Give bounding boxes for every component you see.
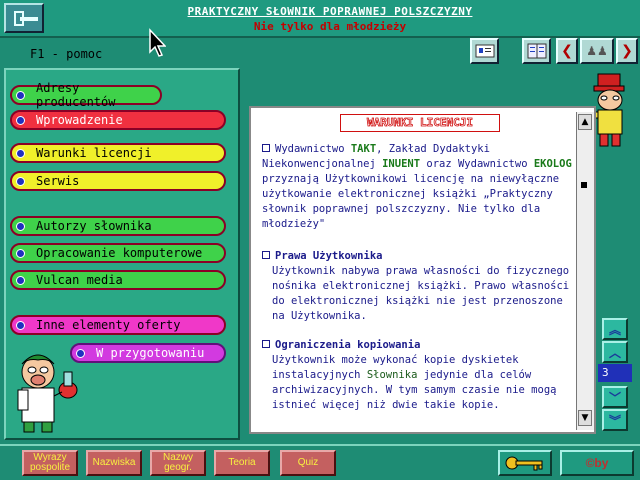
scroll-down-button[interactable]: ▼ xyxy=(578,410,592,426)
app-title: PRAKTYCZNY SŁOWNIK POPRAWNEJ POLSZCZYZNY xyxy=(187,5,473,18)
bullet-icon xyxy=(16,222,25,231)
bullet-icon xyxy=(16,177,25,186)
chevron-up-icon: ︿ xyxy=(608,345,621,360)
bullet-icon xyxy=(16,249,25,258)
bullet-icon xyxy=(16,149,25,158)
checkbox-bullet-icon xyxy=(262,340,270,348)
menu-item-wprowadzenie[interactable]: Wprowadzenie xyxy=(10,110,226,130)
btn-quiz[interactable]: Quiz xyxy=(280,450,336,476)
page-first-button[interactable]: ︽ xyxy=(602,318,628,340)
scroll-thumb[interactable] xyxy=(581,182,587,188)
screen-icon xyxy=(475,44,494,58)
bullet-icon xyxy=(16,91,25,100)
menu-item-autorzy[interactable]: Autorzy słownika xyxy=(10,216,226,236)
previous-button[interactable]: ❮ xyxy=(556,38,578,64)
btn-wyrazy-pospolite[interactable]: Wyrazy pospolite xyxy=(22,450,78,476)
arrow-right-icon: ❯ xyxy=(621,43,633,59)
btn-teoria[interactable]: Teoria xyxy=(214,450,270,476)
section-prawa-heading: Prawa Użytkownika xyxy=(262,249,576,264)
menu-item-inne[interactable]: Inne elementy oferty xyxy=(10,315,226,335)
chevron-down-icon: ﹀ xyxy=(608,390,621,405)
mascot-illustration xyxy=(17,354,78,433)
page-down-button[interactable]: ﹀ xyxy=(602,386,628,408)
figures-button[interactable]: ♟♟ xyxy=(580,38,614,64)
menu-item-vulcan[interactable]: Vulcan media xyxy=(10,270,226,290)
btn-nazwy-geogr[interactable]: Nazwy geogr. xyxy=(150,450,206,476)
mouse-cursor-icon xyxy=(149,28,166,57)
arrow-down-icon: ▼ xyxy=(581,413,589,423)
scroll-up-button[interactable]: ▲ xyxy=(578,114,592,130)
copyright-button[interactable]: ©by xyxy=(560,450,634,476)
section-prawa-text: Użytkownik nabywa prawa własności do fiz… xyxy=(272,265,570,322)
page-last-button[interactable]: ︾ xyxy=(602,409,628,431)
checkbox-bullet-icon xyxy=(262,251,270,259)
help-hint: F1 - pomoc xyxy=(30,47,103,61)
book-icon xyxy=(527,43,546,59)
checkbox-bullet-icon xyxy=(262,144,270,152)
key-icon xyxy=(505,456,543,471)
bullet-icon xyxy=(16,116,25,125)
key-button[interactable] xyxy=(498,450,552,476)
arrow-up-icon: ▲ xyxy=(581,117,589,127)
menu-item-przygotowanie[interactable]: W przygotowaniu xyxy=(70,343,226,363)
arrow-left-icon: ❮ xyxy=(561,43,573,59)
scrollbar[interactable] xyxy=(576,112,594,430)
menu-item-serwis[interactable]: Serwis xyxy=(10,171,226,191)
app-subtitle: Nie tylko dla młodzieży xyxy=(253,20,407,33)
double-chevron-down-icon: ︾ xyxy=(608,413,621,428)
section-ograniczenia-text: Użytkownik może wykonać kopie dyskietek … xyxy=(272,354,557,411)
menu-item-warunki[interactable]: Warunki licencji xyxy=(10,143,226,163)
btn-nazwiska[interactable]: Nazwiska xyxy=(86,450,142,476)
page-up-button[interactable]: ︿ xyxy=(602,341,628,363)
next-button[interactable]: ❯ xyxy=(616,38,638,64)
screen-icon-button[interactable] xyxy=(470,38,499,64)
menu-item-adresy[interactable]: Adresy producentów xyxy=(10,81,162,109)
page-number: 3 xyxy=(598,364,632,382)
bullet-icon xyxy=(16,321,25,330)
content-heading: WARUNKI LICENCJI xyxy=(340,114,500,132)
license-paragraph-1: Wydawnictwo TAKT, Zakład Dydaktyki Nieko… xyxy=(262,143,572,230)
figures-icon: ♟♟ xyxy=(586,44,608,58)
section-ograniczenia-heading: Ograniczenia kopiowania xyxy=(262,338,576,353)
book-icon-button[interactable] xyxy=(522,38,551,64)
menu-item-opracowanie[interactable]: Opracowanie komputerowe xyxy=(10,243,226,263)
double-chevron-up-icon: ︽ xyxy=(608,322,621,337)
bullet-icon xyxy=(16,276,25,285)
app-menu-icon[interactable] xyxy=(4,3,44,33)
